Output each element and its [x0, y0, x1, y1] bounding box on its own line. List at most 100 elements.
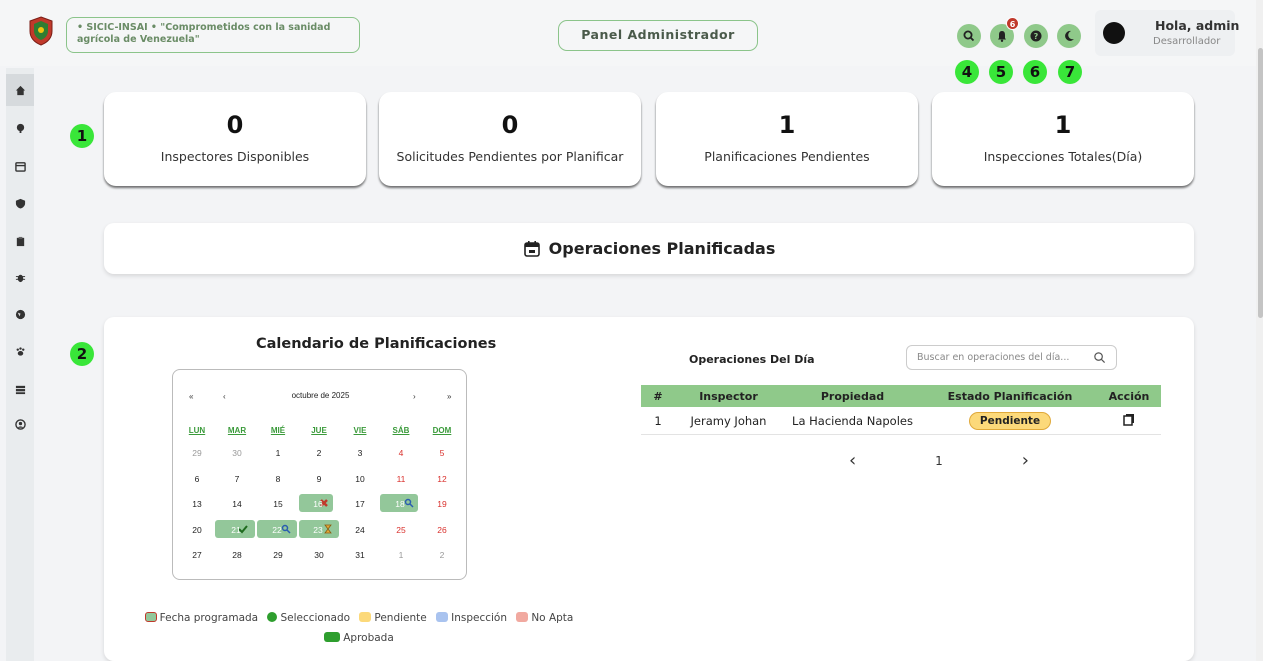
avatar [1103, 22, 1125, 44]
col-inspector[interactable]: Inspector [675, 390, 782, 403]
cal-month-label[interactable]: octubre de 2025 [173, 391, 468, 400]
calendar-day[interactable]: 6 [179, 474, 215, 484]
user-role: Desarrollador [1153, 36, 1221, 47]
sidebar-bug-icon[interactable] [6, 261, 34, 293]
ops-search-input[interactable]: Buscar en operaciones del día... [906, 345, 1117, 370]
calendar-day[interactable]: 14 [219, 499, 255, 509]
calendar-day[interactable]: 10 [342, 474, 378, 484]
stat-value: 1 [778, 111, 796, 139]
weekday-label: MIÉ [270, 426, 286, 435]
stat-label: Inspectores Disponibles [160, 149, 310, 164]
calendar-day[interactable]: 27 [179, 550, 215, 560]
weekday-label: DOM [432, 426, 452, 435]
marker-2: 2 [70, 342, 94, 366]
ops-table: # Inspector Propiedad Estado Planificaci… [641, 385, 1161, 435]
ops-planned-banner: Operaciones Planificadas [104, 223, 1194, 274]
calendar-day[interactable]: 30 [301, 550, 337, 560]
calendar-day[interactable]: 9 [301, 474, 337, 484]
calendar-day[interactable]: 4 [383, 448, 419, 458]
moon-icon[interactable] [1057, 24, 1081, 48]
page-number[interactable]: 1 [935, 454, 943, 468]
cell-status: Pendiente [923, 411, 1097, 430]
calendar-day[interactable]: 25 [383, 525, 419, 535]
calendar-icon [523, 240, 540, 257]
table-header: # Inspector Propiedad Estado Planificaci… [641, 385, 1161, 407]
next-page-button[interactable]: › [1022, 450, 1029, 471]
calendar-day[interactable]: 18 [387, 499, 413, 509]
search-icon[interactable] [1093, 351, 1106, 364]
marker-5: 5 [989, 60, 1013, 84]
legend-pending: Pendiente [359, 612, 427, 624]
col-action[interactable]: Acción [1097, 390, 1161, 403]
calendar-day[interactable]: 7 [219, 474, 255, 484]
calendar-day[interactable]: 1 [383, 550, 419, 560]
prev-page-button[interactable]: ‹ [849, 450, 856, 471]
help-icon[interactable]: ? [1024, 24, 1048, 48]
sidebar-user-icon[interactable] [6, 408, 34, 440]
cell-num: 1 [654, 413, 662, 428]
calendar-day[interactable]: 5 [424, 448, 460, 458]
calendar-day[interactable]: 15 [260, 499, 296, 509]
stat-label: Planificaciones Pendientes [704, 149, 870, 164]
calendar-day[interactable]: 1 [260, 448, 296, 458]
legend-approved: Aprobada [324, 632, 394, 644]
inspection-icon [436, 612, 449, 622]
pagination: ‹ 1 › [849, 450, 1029, 471]
weekday-label: SÁB [392, 426, 410, 435]
sidebar-paw-icon[interactable] [6, 335, 34, 367]
calendar-day[interactable]: 23 [305, 525, 331, 535]
search-icon[interactable] [957, 24, 981, 48]
col-property[interactable]: Propiedad [782, 390, 923, 403]
svg-text:?: ? [1034, 32, 1039, 41]
calendar-day[interactable]: 2 [301, 448, 337, 458]
marker-4: 4 [955, 60, 979, 84]
sidebar-plant-icon[interactable] [6, 111, 34, 143]
calendar-day[interactable]: 26 [424, 525, 460, 535]
stat-inspecciones-totales: 1 Inspecciones Totales(Día) [932, 92, 1194, 186]
calendar-day[interactable]: 3 [342, 448, 378, 458]
sidebar-shield-icon[interactable] [6, 187, 34, 219]
calendar-day[interactable]: 12 [424, 474, 460, 484]
top-bar: • SICIC-INSAI • "Comprometidos con la sa… [0, 0, 1263, 66]
calendar-day[interactable]: 22 [264, 525, 290, 535]
calendar-day[interactable]: 31 [342, 550, 378, 560]
legend-not-apt-label: No Apta [531, 612, 574, 624]
legend-approved-label: Aprobada [343, 632, 394, 644]
sidebar-home-icon[interactable] [6, 74, 34, 106]
sidebar-globe-icon[interactable] [6, 298, 34, 330]
sidebar-clipboard-icon[interactable] [6, 225, 34, 257]
stat-value: 1 [1054, 111, 1072, 139]
user-menu[interactable]: Hola, admin Desarrollador [1095, 10, 1239, 56]
cal-last-button[interactable]: » [447, 392, 451, 401]
calendar-day[interactable]: 30 [219, 448, 255, 458]
calendar-day[interactable]: 11 [383, 474, 419, 484]
calendar-day[interactable]: 19 [424, 499, 460, 509]
copy-icon[interactable] [1123, 413, 1135, 426]
ops-day-title: Operaciones Del Día [689, 353, 815, 366]
cal-next-button[interactable]: › [413, 392, 416, 401]
user-greeting: Hola, admin [1155, 18, 1240, 33]
cell-action [1097, 413, 1161, 429]
calendar-day[interactable]: 13 [179, 499, 215, 509]
calendar-day[interactable]: 29 [260, 550, 296, 560]
scheduled-icon [144, 612, 157, 622]
legend-selected: Seleccionado [267, 612, 350, 624]
calendar-day[interactable]: 20 [179, 525, 215, 535]
legend-inspection: Inspección [436, 612, 507, 624]
calendar-day[interactable]: 17 [342, 499, 378, 509]
slogan-box: • SICIC-INSAI • "Comprometidos con la sa… [66, 17, 360, 53]
col-num[interactable]: # [641, 390, 675, 403]
calendar-day[interactable]: 28 [219, 550, 255, 560]
weekday-label: JUE [311, 426, 327, 435]
pending-icon [359, 612, 372, 622]
calendar-day[interactable]: 8 [260, 474, 296, 484]
calendar-day[interactable]: 2 [424, 550, 460, 560]
sidebar-layers-icon[interactable] [6, 373, 34, 405]
calendar-day[interactable]: 24 [342, 525, 378, 535]
calendar-day[interactable]: 16 [305, 499, 331, 509]
scrollbar-thumb[interactable] [1258, 48, 1263, 318]
calendar-day[interactable]: 29 [179, 448, 215, 458]
calendar-day[interactable]: 21 [223, 525, 249, 535]
sidebar-calendar-icon[interactable] [6, 150, 34, 182]
col-status[interactable]: Estado Planificación [923, 390, 1097, 403]
